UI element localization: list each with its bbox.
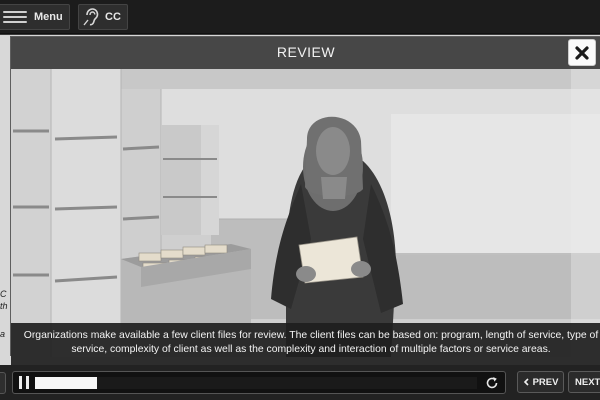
office-illustration — [11, 69, 600, 357]
progress-fill — [35, 377, 97, 389]
media-player — [12, 371, 506, 394]
hamburger-icon — [3, 8, 27, 26]
underlying-text: a — [0, 329, 6, 339]
hidden-control[interactable] — [0, 372, 6, 394]
underlying-text: th — [0, 301, 8, 311]
modal-header: REVIEW — [11, 37, 600, 69]
replay-button[interactable] — [485, 376, 499, 390]
hearing-icon — [83, 8, 99, 26]
course-player: Menu CC C th a REVIEW Organizations make… — [0, 0, 600, 400]
close-button[interactable] — [568, 39, 596, 66]
review-modal: REVIEW Organizations make available a fe… — [10, 36, 600, 391]
pause-button[interactable] — [19, 376, 31, 389]
progress-track[interactable] — [35, 377, 477, 389]
pause-icon — [19, 376, 22, 389]
underlying-text: C — [0, 289, 7, 299]
close-icon — [575, 45, 589, 60]
next-label: NEXT — [575, 376, 600, 388]
playback-bar: PREV NEXT — [0, 365, 600, 400]
modal-title: REVIEW — [276, 44, 336, 60]
office-scene-image — [11, 69, 600, 357]
top-toolbar: Menu CC — [0, 0, 600, 34]
menu-button[interactable]: Menu — [0, 4, 70, 30]
menu-label: Menu — [34, 11, 63, 23]
prev-label: PREV — [532, 376, 559, 388]
replay-icon — [486, 377, 498, 389]
next-button[interactable]: NEXT — [568, 371, 600, 393]
cc-button[interactable]: CC — [78, 4, 128, 30]
cc-label: CC — [105, 11, 121, 23]
chevron-left-icon — [523, 378, 529, 386]
prev-button[interactable]: PREV — [517, 371, 564, 393]
